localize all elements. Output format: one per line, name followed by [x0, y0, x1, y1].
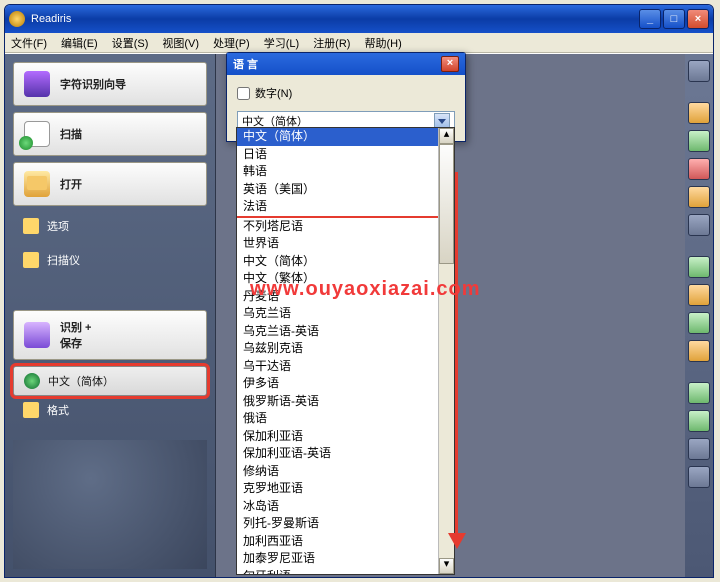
- language-option[interactable]: 中文（简体）: [237, 128, 438, 146]
- tool-text-zone-icon[interactable]: [688, 102, 710, 124]
- dialog-close-button[interactable]: ×: [441, 56, 459, 72]
- language-option[interactable]: 匈牙利语: [237, 568, 438, 575]
- tool-fit-width-icon[interactable]: [688, 382, 710, 404]
- language-option[interactable]: 加利西亚语: [237, 533, 438, 551]
- tool-cursor-icon[interactable]: [688, 60, 710, 82]
- language-option[interactable]: 伊多语: [237, 375, 438, 393]
- folder-icon: [24, 171, 50, 197]
- tool-fit-page-icon[interactable]: [688, 410, 710, 432]
- language-option[interactable]: 列托-罗曼斯语: [237, 515, 438, 533]
- language-option[interactable]: 克罗地亚语: [237, 480, 438, 498]
- language-option[interactable]: 英语（美国）: [237, 181, 438, 199]
- language-option[interactable]: 保加利亚语-英语: [237, 445, 438, 463]
- menu-view[interactable]: 视图(V): [162, 35, 199, 51]
- right-toolbar: [685, 54, 713, 577]
- dialog-titlebar[interactable]: 语 言 ×: [227, 53, 465, 75]
- tool-zoom-11-icon[interactable]: [688, 438, 710, 460]
- language-dropdown: 中文（简体）日语韩语英语（美国）法语不列塔尼语世界语中文（简体）中文（繁体）丹麦…: [236, 127, 455, 575]
- wizard-button[interactable]: 字符识别向导: [13, 62, 207, 106]
- language-button[interactable]: 中文（简体）: [13, 366, 207, 396]
- minimize-button[interactable]: _: [639, 9, 661, 29]
- open-button[interactable]: 打开: [13, 162, 207, 206]
- language-option[interactable]: 乌克兰语-英语: [237, 323, 438, 341]
- menu-help[interactable]: 帮助(H): [364, 35, 401, 51]
- scan-button[interactable]: 扫描: [13, 112, 207, 156]
- save-label: 保存: [60, 338, 82, 350]
- menu-settings[interactable]: 设置(S): [112, 35, 149, 51]
- language-label: 中文（简体）: [48, 373, 114, 389]
- language-option[interactable]: 不列塔尼语: [237, 218, 438, 236]
- tool-table-zone-icon[interactable]: [688, 158, 710, 180]
- language-option[interactable]: 修纳语: [237, 463, 438, 481]
- language-option[interactable]: 日语: [237, 146, 438, 164]
- titlebar[interactable]: Readiris _ □ ×: [5, 5, 713, 33]
- language-option[interactable]: 世界语: [237, 235, 438, 253]
- tool-deskew-icon[interactable]: [688, 312, 710, 334]
- language-option[interactable]: 中文（繁体）: [237, 270, 438, 288]
- sidebar-background-image: [13, 440, 207, 569]
- menu-file[interactable]: 文件(F): [11, 35, 47, 51]
- scan-label: 扫描: [60, 126, 82, 142]
- numeric-checkbox-row[interactable]: 数字(N): [237, 85, 455, 101]
- language-option[interactable]: 保加利亚语: [237, 428, 438, 446]
- tool-image-zone-icon[interactable]: [688, 130, 710, 152]
- language-option[interactable]: 法语: [237, 198, 438, 218]
- numeric-checkbox[interactable]: [237, 87, 250, 100]
- app-icon: [9, 11, 25, 27]
- menu-register[interactable]: 注册(R): [313, 35, 350, 51]
- app-title: Readiris: [31, 13, 71, 25]
- scanner-label: 扫描仪: [47, 252, 80, 268]
- globe-icon: [24, 373, 40, 389]
- save-icon: [24, 322, 50, 348]
- options-button[interactable]: 选项: [13, 212, 207, 240]
- language-option[interactable]: 韩语: [237, 163, 438, 181]
- tool-zoom-in-icon[interactable]: [688, 466, 710, 488]
- format-button[interactable]: 格式: [13, 396, 207, 424]
- menu-process[interactable]: 处理(P): [213, 35, 250, 51]
- wizard-icon: [24, 71, 50, 97]
- menu-edit[interactable]: 编辑(E): [61, 35, 98, 51]
- language-option[interactable]: 加泰罗尼亚语: [237, 550, 438, 568]
- tool-rotate-icon[interactable]: [688, 340, 710, 362]
- scroll-thumb[interactable]: [439, 144, 454, 264]
- language-option[interactable]: 乌克兰语: [237, 305, 438, 323]
- recognize-section: 识别 + 保存 中文（简体） 格式: [13, 310, 207, 424]
- dialog-title: 语 言: [233, 56, 258, 72]
- language-option[interactable]: 丹麦语: [237, 288, 438, 306]
- language-option[interactable]: 中文（简体）: [237, 253, 438, 271]
- scanner-button[interactable]: 扫描仪: [13, 246, 207, 274]
- scanner-icon: [23, 252, 39, 268]
- language-option[interactable]: 冰岛语: [237, 498, 438, 516]
- tool-auto-icon[interactable]: [688, 256, 710, 278]
- numeric-label: 数字(N): [255, 85, 292, 101]
- scan-icon: [24, 121, 50, 147]
- menu-learn[interactable]: 学习(L): [264, 35, 299, 51]
- language-option[interactable]: 俄罗斯语-英语: [237, 393, 438, 411]
- close-button[interactable]: ×: [687, 9, 709, 29]
- scroll-up-button[interactable]: ▴: [439, 128, 454, 144]
- format-label: 格式: [47, 402, 69, 418]
- format-icon: [23, 402, 39, 418]
- tool-barcode-icon[interactable]: [688, 186, 710, 208]
- language-option[interactable]: 乌兹别克语: [237, 340, 438, 358]
- language-option[interactable]: 乌干达语: [237, 358, 438, 376]
- language-option[interactable]: 俄语: [237, 410, 438, 428]
- tool-handwriting-icon[interactable]: [688, 214, 710, 236]
- options-label: 选项: [47, 218, 69, 234]
- recognize-save-button[interactable]: 识别 + 保存: [13, 310, 207, 360]
- wizard-label: 字符识别向导: [60, 76, 126, 92]
- scroll-down-button[interactable]: ▾: [439, 558, 454, 574]
- recognize-label: 识别 +: [60, 322, 91, 334]
- sidebar: 字符识别向导 扫描 打开 选项 扫描仪 识别 + 保存: [5, 54, 215, 577]
- language-list[interactable]: 中文（简体）日语韩语英语（美国）法语不列塔尼语世界语中文（简体）中文（繁体）丹麦…: [237, 128, 438, 574]
- scrollbar[interactable]: ▴ ▾: [438, 128, 454, 574]
- menubar: 文件(F) 编辑(E) 设置(S) 视图(V) 处理(P) 学习(L) 注册(R…: [5, 33, 713, 53]
- open-label: 打开: [60, 176, 82, 192]
- maximize-button[interactable]: □: [663, 9, 685, 29]
- options-icon: [23, 218, 39, 234]
- tool-sort-icon[interactable]: [688, 284, 710, 306]
